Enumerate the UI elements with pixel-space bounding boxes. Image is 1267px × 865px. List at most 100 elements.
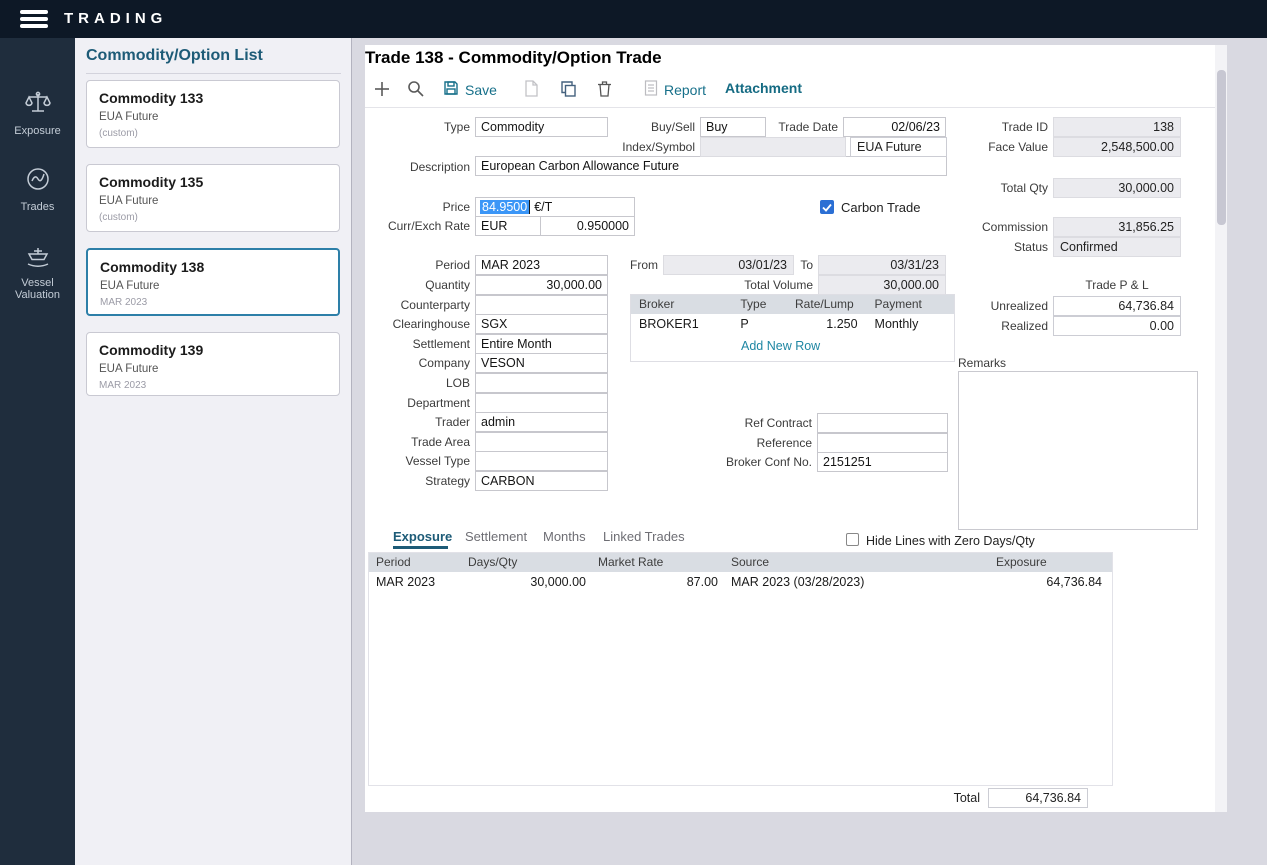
card-type: EUA Future [99, 111, 327, 123]
broker-cell-broker: BROKER1 [631, 314, 735, 335]
attachment-label: Attachment [725, 80, 802, 96]
list-item-commodity-135[interactable]: Commodity 135 EUA Future (custom) [86, 164, 340, 232]
broker-cell-rate: 1.250 [795, 314, 873, 335]
trade-date-field[interactable] [843, 117, 946, 137]
exposure-col-header: Period [369, 553, 461, 572]
broker-col-header: Rate/Lump [795, 295, 873, 314]
broker-table-header: Broker Type Rate/Lump Payment [631, 295, 954, 314]
sidebar-item-exposure[interactable]: Exposure [0, 90, 75, 137]
delete-button[interactable] [597, 80, 612, 100]
top-bar: TRADING [0, 0, 1267, 38]
exposure-table-row[interactable]: MAR 2023 30,000.00 87.00 MAR 2023 (03/28… [369, 572, 1112, 593]
attachment-button[interactable]: Attachment [725, 80, 802, 96]
add-button[interactable] [373, 80, 391, 101]
trader-field[interactable] [475, 412, 608, 432]
list-item-commodity-133[interactable]: Commodity 133 EUA Future (custom) [86, 80, 340, 148]
search-button[interactable] [407, 80, 424, 100]
company-label: Company [360, 356, 470, 370]
search-icon [407, 80, 424, 100]
unrealized-field: 64,736.84 [1053, 296, 1181, 316]
save-icon [443, 80, 459, 99]
card-type: EUA Future [99, 195, 327, 207]
settlement-label: Settlement [360, 337, 470, 351]
lob-field[interactable] [475, 373, 608, 393]
price-selected-text: 84.9500 [480, 200, 530, 214]
card-name: Commodity 139 [99, 342, 327, 358]
sidebar-item-vessel-valuation[interactable]: Vessel Valuation [0, 242, 75, 301]
remarks-field[interactable] [958, 371, 1198, 530]
reference-field[interactable] [817, 433, 948, 453]
card-sub: (custom) [99, 212, 327, 223]
index-symbol-value[interactable]: EUA Future [850, 137, 947, 157]
ref-contract-field[interactable] [817, 413, 948, 433]
list-item-commodity-138[interactable]: Commodity 138 EUA Future MAR 2023 [86, 248, 340, 316]
menu-icon[interactable] [20, 10, 48, 28]
strategy-field[interactable] [475, 471, 608, 491]
period-label: Period [360, 258, 470, 272]
unrealized-label: Unrealized [940, 299, 1048, 313]
buy-sell-label: Buy/Sell [610, 120, 695, 134]
realized-field: 0.00 [1053, 316, 1181, 336]
scrollbar-thumb[interactable] [1217, 70, 1226, 225]
remarks-label: Remarks [958, 356, 1038, 370]
company-field[interactable] [475, 353, 608, 373]
carbon-trade-checkbox[interactable] [820, 200, 834, 214]
status-label: Status [940, 240, 1048, 254]
currency-field[interactable] [475, 216, 541, 236]
quantity-field[interactable] [475, 275, 608, 295]
card-sub: (custom) [99, 128, 327, 139]
plus-icon [373, 80, 391, 101]
exposure-col-header: Source [723, 553, 956, 572]
to-label: To [797, 258, 813, 272]
tab-linked-trades[interactable]: Linked Trades [603, 529, 685, 544]
price-field[interactable]: 84.9500€/T [475, 197, 635, 217]
type-field[interactable] [475, 117, 608, 137]
tab-exposure[interactable]: Exposure [393, 529, 452, 544]
card-name: Commodity 138 [100, 259, 326, 275]
reference-label: Reference [747, 436, 812, 450]
card-name: Commodity 135 [99, 174, 327, 190]
sidebar-item-label: Vessel Valuation [8, 277, 68, 301]
trash-icon [597, 80, 612, 100]
period-field[interactable] [475, 255, 608, 275]
broker-conf-no-field[interactable] [817, 452, 948, 472]
counterparty-field[interactable] [475, 295, 608, 315]
add-new-row-link[interactable]: Add New Row [741, 339, 820, 353]
card-name: Commodity 133 [99, 90, 327, 106]
save-button[interactable]: Save [443, 80, 497, 99]
total-volume-field: 30,000.00 [818, 275, 946, 295]
tab-settlement[interactable]: Settlement [465, 529, 527, 544]
sidebar-item-trades[interactable]: Trades [0, 166, 75, 213]
list-item-commodity-139[interactable]: Commodity 139 EUA Future MAR 2023 [86, 332, 340, 396]
copy-button[interactable] [560, 80, 577, 100]
vessel-type-field[interactable] [475, 451, 608, 471]
clearinghouse-label: Clearinghouse [360, 317, 470, 331]
exposure-cell-source: MAR 2023 (03/28/2023) [723, 572, 956, 593]
type-label: Type [360, 120, 470, 134]
hide-lines-checkbox[interactable] [846, 533, 859, 546]
commission-field: 31,856.25 [1053, 217, 1181, 237]
ref-contract-label: Ref Contract [737, 416, 812, 430]
total-qty-field: 30,000.00 [1053, 178, 1181, 198]
page-title: Trade 138 - Commodity/Option Trade [365, 48, 662, 68]
exch-rate-field[interactable] [540, 216, 635, 236]
clearinghouse-field[interactable] [475, 314, 608, 334]
report-button[interactable]: Report [644, 80, 706, 99]
tab-months[interactable]: Months [543, 529, 586, 544]
card-sub: MAR 2023 [99, 380, 327, 391]
description-field[interactable] [475, 156, 947, 176]
exposure-cell-exposure: 64,736.84 [956, 572, 1107, 593]
trade-detail-panel: Trade 138 - Commodity/Option Trade Save [365, 45, 1215, 812]
sidebar-item-label: Exposure [0, 125, 75, 137]
from-label: From [620, 258, 658, 272]
trade-area-field[interactable] [475, 432, 608, 452]
department-field[interactable] [475, 393, 608, 413]
new-document-button[interactable] [524, 80, 539, 100]
settlement-field[interactable] [475, 334, 608, 354]
commission-label: Commission [940, 220, 1048, 234]
exposure-table: Period Days/Qty Market Rate Source Expos… [368, 552, 1113, 786]
face-value-field: 2,548,500.00 [1053, 137, 1181, 157]
realized-label: Realized [940, 319, 1048, 333]
broker-table-row[interactable]: BROKER1 P 1.250 Monthly [631, 314, 954, 335]
buy-sell-field[interactable] [700, 117, 766, 137]
